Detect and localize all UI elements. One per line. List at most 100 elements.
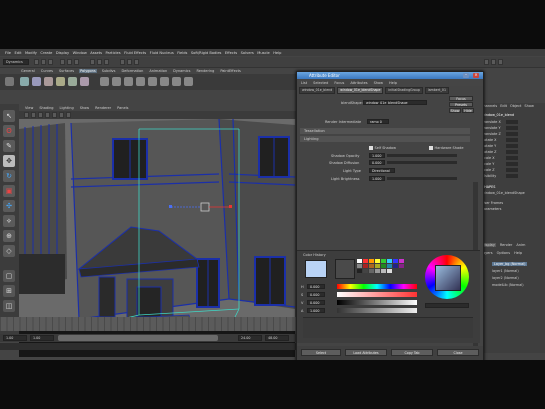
swatch[interactable] xyxy=(381,259,386,263)
move-tool-icon[interactable]: ✥ xyxy=(3,155,15,167)
focus-button[interactable]: Focus xyxy=(449,96,473,101)
channel-label[interactable]: Rotate Y xyxy=(482,144,496,148)
poly-torus-icon[interactable] xyxy=(80,77,89,86)
ae-menu-focus[interactable]: Focus xyxy=(334,81,344,85)
snap-point-icon[interactable] xyxy=(104,58,109,65)
shadow-opacity-field[interactable]: 1.000 xyxy=(369,153,385,158)
attribute-editor-titlebar[interactable]: Attribute Editor – × xyxy=(297,72,483,79)
swatch[interactable] xyxy=(375,269,380,273)
render-settings-icon[interactable] xyxy=(134,58,139,65)
swatch[interactable] xyxy=(387,269,392,273)
shelf-tab-polygons[interactable]: Polygons xyxy=(79,69,97,73)
section-lighting[interactable]: Lighting xyxy=(300,136,470,142)
channel-value[interactable] xyxy=(506,174,518,178)
hardware-shade-checkbox[interactable]: Hardware Shade xyxy=(429,146,463,150)
ae-tab-window-01e-blend[interactable]: window_01e_blend xyxy=(299,87,336,94)
show-manipulator-icon[interactable]: ⊕ xyxy=(3,230,15,242)
range-start-field[interactable]: 1.00 xyxy=(30,335,54,341)
menu-window[interactable]: Window xyxy=(73,51,87,55)
paint-select-tool-icon[interactable]: ✎ xyxy=(3,140,15,152)
swatch[interactable] xyxy=(393,264,398,268)
select-hierarchy-icon[interactable] xyxy=(60,58,65,65)
shape-name[interactable]: window_01e_blendShape xyxy=(482,191,525,195)
poly-cylinder-icon[interactable] xyxy=(44,77,53,86)
channel-value[interactable] xyxy=(506,162,518,166)
save-scene-icon[interactable] xyxy=(48,58,53,65)
swatch[interactable] xyxy=(381,269,386,273)
channel-label[interactable]: Rotate Z xyxy=(482,150,497,154)
attribute-editor-toggle-icon[interactable] xyxy=(484,58,489,65)
input-item[interactable]: Parameters xyxy=(482,207,501,211)
lights-icon[interactable] xyxy=(59,112,64,118)
lasso-tool-icon[interactable]: ʘ xyxy=(3,125,15,137)
presets-button[interactable]: Presets xyxy=(449,102,473,107)
menu-fluid-effects[interactable]: Fluid Effects xyxy=(124,51,146,55)
copy-tab-button[interactable]: Copy Tab xyxy=(391,349,433,356)
alpha-field[interactable]: 1.000 xyxy=(307,308,325,313)
tab-object[interactable]: Object xyxy=(510,104,521,108)
menu-assets[interactable]: Assets xyxy=(90,51,102,55)
tab-edit[interactable]: Edit xyxy=(500,104,507,108)
shadow-diffusion-field[interactable]: 0.000 xyxy=(369,160,385,165)
help-menu[interactable]: Help xyxy=(514,251,522,255)
channel-label[interactable]: Visibility xyxy=(482,174,496,178)
panel-menu-panels[interactable]: Panels xyxy=(117,106,128,110)
channel-value[interactable] xyxy=(506,126,518,130)
shelf-menu-icon[interactable] xyxy=(5,77,14,86)
ae-menu-list[interactable]: List xyxy=(301,81,307,85)
menu-create[interactable]: Create xyxy=(40,51,52,55)
range-bar[interactable] xyxy=(58,335,218,341)
shelf-tab-general[interactable]: General xyxy=(20,69,36,73)
menu-particles[interactable]: Particles xyxy=(105,51,120,55)
swatch[interactable] xyxy=(375,264,380,268)
menu-display[interactable]: Display xyxy=(56,51,69,55)
saturation-slider[interactable] xyxy=(337,292,417,297)
menu-help[interactable]: Help xyxy=(273,51,281,55)
shelf-tab-dynamics[interactable]: Dynamics xyxy=(172,69,191,73)
swatch[interactable] xyxy=(381,264,386,268)
swatch[interactable] xyxy=(375,259,380,263)
swatch[interactable] xyxy=(369,269,374,273)
shelf-tab-rendering[interactable]: Rendering xyxy=(195,69,215,73)
bridge-icon[interactable] xyxy=(136,77,145,86)
append-icon[interactable] xyxy=(148,77,157,86)
panel-menu-shading[interactable]: Shading xyxy=(39,106,53,110)
input-item[interactable]: User Frames xyxy=(482,201,503,205)
color-mode-select[interactable] xyxy=(425,303,469,308)
swatch[interactable] xyxy=(357,259,362,263)
extrude-icon[interactable] xyxy=(124,77,133,86)
swatch[interactable] xyxy=(357,269,362,273)
wireframe-icon[interactable] xyxy=(38,112,43,118)
channel-value[interactable] xyxy=(506,138,518,142)
new-scene-icon[interactable] xyxy=(34,58,39,65)
panel-menu-show[interactable]: Show xyxy=(80,106,89,110)
rotate-tool-icon[interactable]: ↻ xyxy=(3,170,15,182)
channel-label[interactable]: Translate X xyxy=(482,120,501,124)
menu-set-select[interactable]: Dynamics xyxy=(3,58,29,65)
snap-curve-icon[interactable] xyxy=(97,58,102,65)
layer-item[interactable]: layer1 (Normal) xyxy=(492,269,519,273)
shelf-tab-painteffects[interactable]: PaintEffects xyxy=(219,69,242,73)
light-brightness-field[interactable]: 1.000 xyxy=(369,176,385,181)
menu-fields[interactable]: Fields xyxy=(177,51,187,55)
grid-icon[interactable] xyxy=(31,112,36,118)
shadow-diffusion-slider[interactable] xyxy=(387,161,457,164)
alpha-slider[interactable] xyxy=(337,308,417,313)
swatch[interactable] xyxy=(369,259,374,263)
channel-value[interactable] xyxy=(506,132,518,136)
smooth-shade-icon[interactable] xyxy=(45,112,50,118)
swatch[interactable] xyxy=(357,264,362,268)
ae-menu-help[interactable]: Help xyxy=(389,81,397,85)
channel-value[interactable] xyxy=(506,144,518,148)
smooth-icon[interactable] xyxy=(184,77,193,86)
shelf-tab-animation[interactable]: Animation xyxy=(148,69,168,73)
section-tessellation[interactable]: Tessellation xyxy=(300,128,470,134)
swatch[interactable] xyxy=(387,264,392,268)
minimize-button[interactable]: – xyxy=(463,73,469,78)
color-swatch-palette[interactable] xyxy=(357,259,417,279)
value-field[interactable]: 0.000 xyxy=(307,300,325,305)
shadow-opacity-slider[interactable] xyxy=(387,154,457,157)
select-object-icon[interactable] xyxy=(67,58,72,65)
eyedropper-button[interactable] xyxy=(335,259,355,279)
channel-label[interactable]: Translate Y xyxy=(482,126,501,130)
